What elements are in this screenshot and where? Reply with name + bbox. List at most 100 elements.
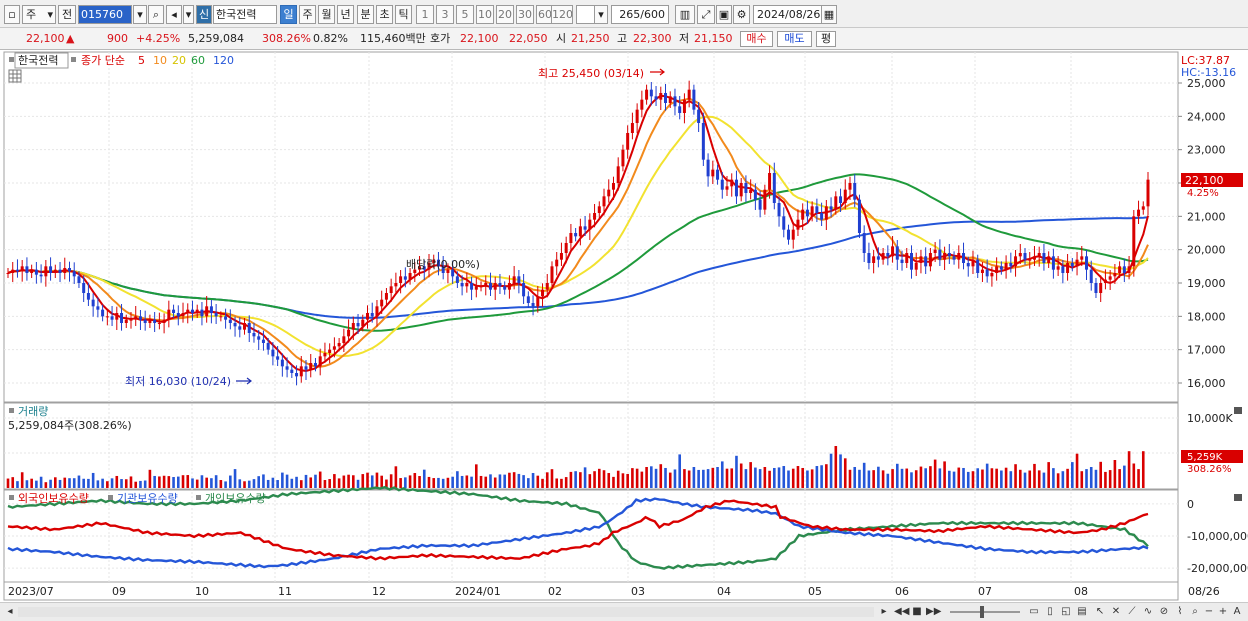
scroll-track[interactable] [18, 607, 874, 617]
settings-gear-icon[interactable]: ⚙ [733, 5, 750, 24]
volume-bar [971, 471, 975, 488]
candle-body [96, 306, 100, 310]
candle-body [720, 179, 724, 190]
candle-body [630, 123, 634, 133]
volume-bar [650, 466, 653, 488]
save-icon[interactable]: ▣ [716, 5, 732, 24]
code-dropdown-icon[interactable]: ▾ [133, 5, 147, 24]
zoom-out-icon[interactable]: − [1203, 605, 1215, 619]
tool-ruler-icon[interactable]: ⊘ [1157, 605, 1171, 619]
chart-type-icon[interactable]: ▥ [675, 5, 695, 24]
price-y-tick-label: 21,000 [1187, 210, 1226, 223]
volume-panel-close-icon[interactable] [1234, 407, 1242, 414]
chart-area[interactable]: 16,00017,00018,00019,00020,00021,00022,0… [0, 50, 1248, 602]
tool-line-icon[interactable]: ↖ [1093, 605, 1107, 619]
volume-bar [716, 467, 719, 488]
period-tab-tick[interactable]: 틱 [395, 5, 412, 24]
draw-tool-icon[interactable]: ⤢ [697, 5, 715, 24]
count-button-10[interactable]: 10 [476, 5, 494, 24]
layout-split-icon[interactable]: ▯ [1043, 605, 1057, 619]
volume-bar [985, 463, 989, 488]
count-button-120[interactable]: 120 [551, 5, 573, 24]
period-tab-week[interactable]: 주 [299, 5, 316, 24]
volume-bar [498, 474, 502, 488]
zoom-in-icon[interactable]: + [1217, 605, 1229, 619]
count-button-3[interactable]: 3 [436, 5, 454, 24]
zoom-icon[interactable]: ⌕ [1189, 605, 1201, 619]
volume-bar [891, 469, 894, 488]
candle-body [77, 276, 81, 283]
chart-menu-icon[interactable]: ▫ [4, 5, 20, 24]
tile-icon[interactable]: ▤ [1075, 605, 1089, 619]
speed-slider[interactable] [950, 611, 1020, 613]
prev-button[interactable]: 전 [58, 5, 76, 24]
view-count-field[interactable]: 265/600 [611, 5, 669, 24]
volume-bar [1047, 462, 1050, 488]
speed-slider-thumb[interactable] [980, 606, 984, 618]
volume-bar [39, 476, 43, 488]
new-badge[interactable]: 신 [196, 5, 212, 24]
count-button-1[interactable]: 1 [416, 5, 434, 24]
volume-bar [853, 467, 857, 488]
holding-y-tick-label: -20,000,000 [1187, 562, 1248, 575]
speaker-dropdown-icon[interactable]: ▾ [183, 5, 194, 24]
candle-body [1089, 269, 1093, 283]
evaluate-button[interactable]: 평 [816, 31, 836, 47]
count-dropdown-icon[interactable]: ▾ [594, 5, 608, 24]
stock-name-field[interactable]: 한국전력 [213, 5, 277, 24]
holding-panel-close-icon[interactable] [1234, 494, 1242, 501]
tool-fib-icon[interactable]: ⌇ [1173, 605, 1187, 619]
stop-icon[interactable]: ■ [911, 605, 923, 619]
chart-svg[interactable]: 16,00017,00018,00019,00020,00021,00022,0… [0, 50, 1248, 602]
period-tab-year[interactable]: 년 [337, 5, 354, 24]
layout-icon[interactable]: ▭ [1027, 605, 1041, 619]
candle-body [200, 309, 204, 317]
candle-body [243, 323, 247, 330]
volume-bar [607, 473, 611, 488]
candle-body [176, 313, 180, 317]
volume-bar [503, 474, 506, 488]
tool-trend-icon[interactable]: ⟋ [1125, 605, 1139, 619]
calendar-icon[interactable]: ▦ [821, 5, 837, 24]
count-button-20[interactable]: 20 [496, 5, 514, 24]
candle-body [1023, 253, 1027, 260]
volume-bar [153, 475, 156, 488]
price-y-tick-label: 18,000 [1187, 310, 1226, 323]
window-icon[interactable]: ◱ [1059, 605, 1073, 619]
play-forward-icon[interactable]: ▶▶ [926, 605, 941, 619]
table-grid-icon[interactable] [8, 69, 22, 83]
volume-bar [976, 468, 980, 488]
period-tab-minute[interactable]: 분 [357, 5, 374, 24]
type-select[interactable]: 주 ▾ [22, 5, 56, 24]
count-button-5[interactable]: 5 [456, 5, 474, 24]
volume-bar [1123, 465, 1126, 488]
buy-button[interactable]: 매수 [740, 31, 773, 47]
period-tab-second[interactable]: 초 [376, 5, 393, 24]
tool-cross-icon[interactable]: ✕ [1109, 605, 1123, 619]
candle-body [536, 296, 540, 307]
scroll-right-icon[interactable]: ▸ [878, 605, 890, 619]
volume-bar [441, 478, 445, 488]
period-tab-month[interactable]: 월 [318, 5, 335, 24]
volume-bar [995, 468, 998, 488]
volume-bar [754, 467, 757, 488]
volume-bar [16, 481, 19, 488]
sell-button[interactable]: 매도 [777, 31, 812, 47]
candle-body [928, 253, 932, 267]
tool-wave-icon[interactable]: ∿ [1141, 605, 1155, 619]
date-input[interactable]: 2024/08/26 [753, 5, 823, 24]
volume-bar [186, 475, 190, 488]
volume-bar [725, 468, 729, 488]
volume-bar [848, 469, 852, 488]
count-button-30[interactable]: 30 [516, 5, 534, 24]
search-icon[interactable]: ⌕ [148, 5, 164, 24]
font-size-icon[interactable]: A [1231, 605, 1243, 619]
candle-body [1075, 259, 1079, 267]
speaker-icon[interactable]: ◂ [166, 5, 182, 24]
scroll-left-icon[interactable]: ◂ [4, 605, 16, 619]
volume-bar [233, 469, 237, 488]
period-tab-day[interactable]: 일 [280, 5, 297, 24]
candle-body [224, 316, 228, 320]
stock-code-input[interactable]: 015760 [78, 5, 132, 24]
play-back-icon[interactable]: ◀◀ [894, 605, 909, 619]
